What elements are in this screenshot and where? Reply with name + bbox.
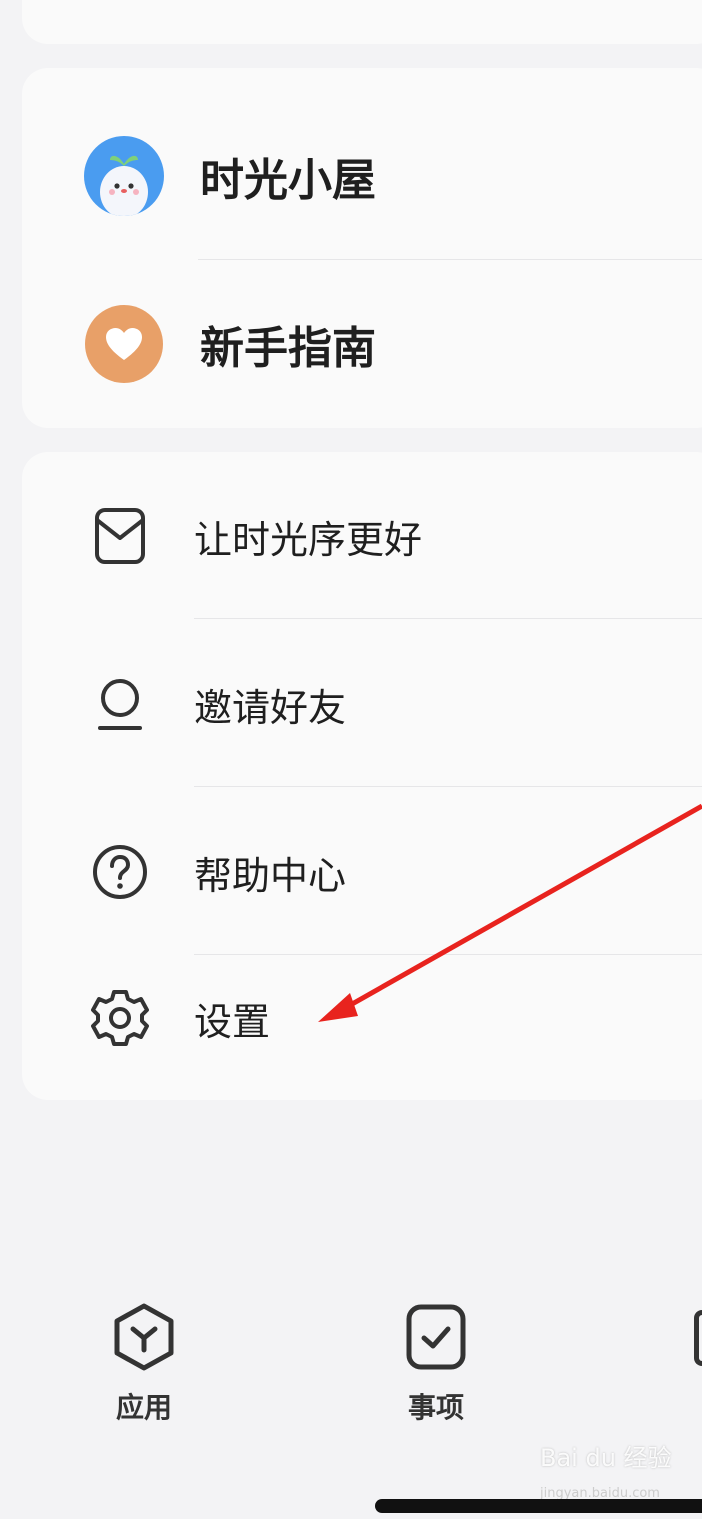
menu-item-help-center[interactable]: 帮助中心 [22, 840, 702, 904]
gear-icon [88, 986, 152, 1050]
menu-item-invite-friends[interactable]: 邀请好友 [22, 672, 702, 736]
feedback-envelope-icon [88, 504, 152, 568]
apps-hexagon-icon [111, 1302, 177, 1376]
menu-item-label: 让时光序更好 [194, 517, 423, 562]
watermark: Bai du 经验 [540, 1444, 672, 1472]
top-card-partial [22, 0, 702, 44]
menu-item-label: 帮助中心 [194, 853, 347, 898]
menu-item-label: 设置 [194, 999, 271, 1044]
nav-tab-label: 事项 [407, 1391, 464, 1424]
home-indicator[interactable] [375, 1499, 702, 1513]
menu-item-label: 新手指南 [200, 323, 376, 374]
nav-tab-apps[interactable]: 应用 [84, 1302, 204, 1426]
nav-tab-label: 应用 [115, 1391, 172, 1424]
menu-item-settings[interactable]: 设置 [22, 986, 702, 1050]
menu-card: 让时光序更好 邀请好友 帮助中心 设置 [22, 452, 702, 1100]
divider [194, 618, 702, 619]
featured-card: 时光小屋 新手指南 [22, 68, 702, 428]
mascot-avatar-icon [84, 136, 164, 216]
nav-tab-partial-icon[interactable] [694, 1310, 702, 1366]
divider [194, 954, 702, 955]
heart-icon [84, 304, 164, 384]
menu-item-label: 时光小屋 [200, 155, 376, 206]
task-check-icon [404, 1302, 468, 1376]
nav-tab-tasks[interactable]: 事项 [376, 1302, 496, 1426]
menu-item-time-house[interactable]: 时光小屋 [22, 136, 702, 216]
menu-item-label: 邀请好友 [194, 685, 347, 730]
menu-item-beginner-guide[interactable]: 新手指南 [22, 304, 702, 384]
menu-item-feedback[interactable]: 让时光序更好 [22, 504, 702, 568]
divider [194, 786, 702, 787]
person-icon [88, 672, 152, 736]
help-circle-icon [88, 840, 152, 904]
divider [198, 259, 702, 260]
